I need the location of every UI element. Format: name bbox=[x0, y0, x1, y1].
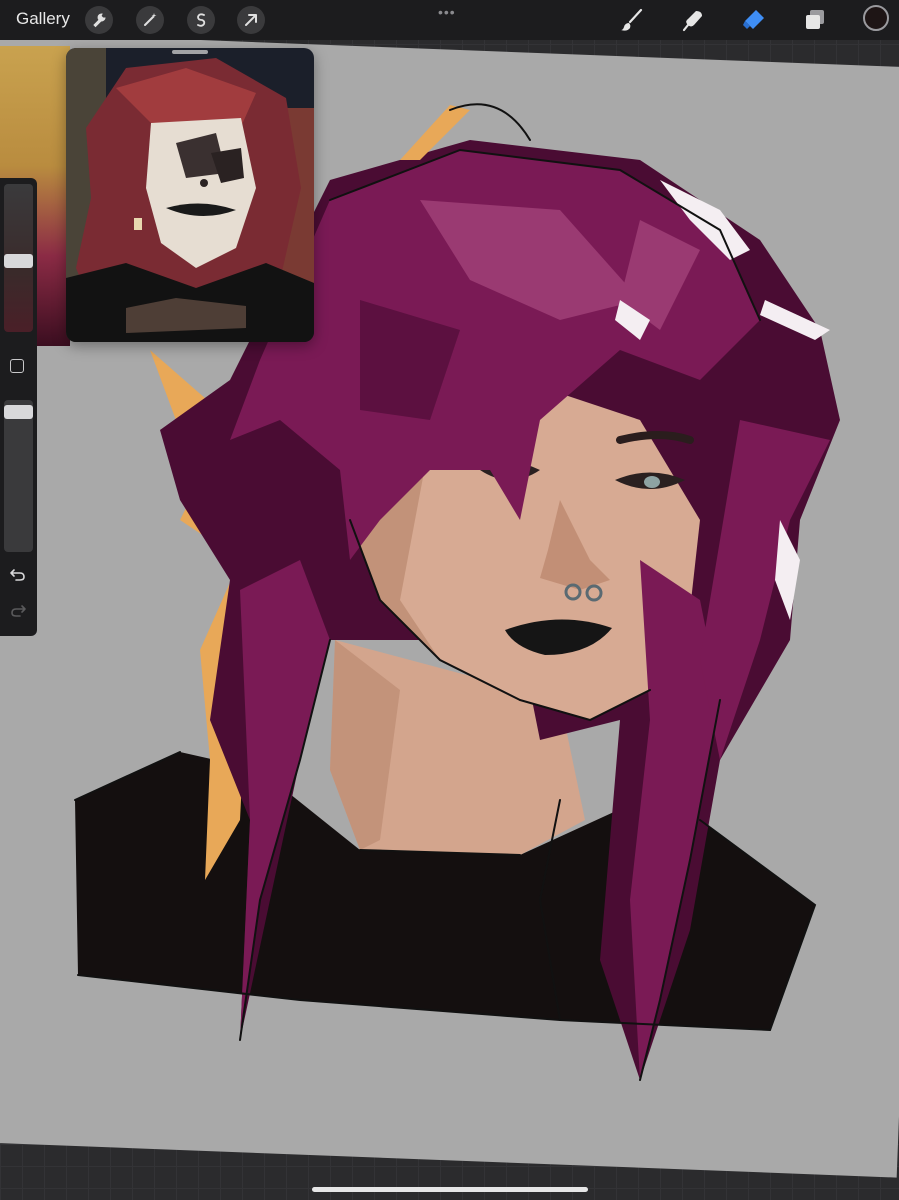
square-modify-icon[interactable] bbox=[10, 359, 24, 373]
wrench-icon[interactable] bbox=[85, 6, 113, 34]
magic-wand-icon[interactable] bbox=[136, 6, 164, 34]
smudge-icon[interactable] bbox=[679, 6, 707, 34]
undo-icon[interactable] bbox=[9, 566, 27, 584]
brush-icon[interactable] bbox=[618, 6, 646, 34]
home-indicator[interactable] bbox=[312, 1187, 588, 1192]
gallery-button[interactable]: Gallery bbox=[16, 9, 70, 29]
top-toolbar: Gallery ••• bbox=[0, 0, 899, 40]
selection-icon[interactable] bbox=[187, 6, 215, 34]
left-sidebar bbox=[0, 178, 37, 636]
layers-icon[interactable] bbox=[801, 6, 829, 34]
opacity-thumb[interactable] bbox=[4, 405, 33, 419]
reference-photo bbox=[66, 48, 314, 342]
opacity-slider[interactable] bbox=[4, 400, 33, 552]
more-handle[interactable]: ••• bbox=[438, 4, 456, 20]
redo-icon[interactable] bbox=[9, 602, 27, 620]
transform-arrow-icon[interactable] bbox=[237, 6, 265, 34]
color-swatch-button[interactable] bbox=[863, 5, 889, 31]
reference-window[interactable] bbox=[66, 48, 314, 342]
eraser-icon[interactable] bbox=[740, 6, 768, 34]
brush-size-thumb[interactable] bbox=[4, 254, 33, 268]
reference-window-handle[interactable] bbox=[172, 50, 208, 54]
